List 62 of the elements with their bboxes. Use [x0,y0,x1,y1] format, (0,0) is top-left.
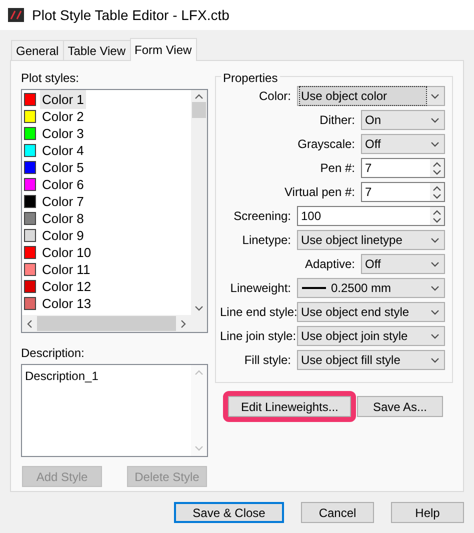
scroll-left-icon[interactable] [27,320,32,328]
field-label: Virtual pen #: [284,184,356,201]
tab[interactable]: General [11,40,64,60]
list-item[interactable]: Color 7 [40,192,86,212]
scroll-thumb[interactable] [192,102,206,118]
horizontal-scrollbar[interactable] [22,315,207,332]
dialog-button[interactable]: Save & Close [174,502,284,523]
list-item[interactable]: Color 12 [40,276,94,296]
dropdown[interactable]: 0.2500 mm [297,278,445,298]
field-label: Grayscale: [296,136,356,153]
list-item[interactable]: Color 13 [40,294,94,314]
field-label: Fill style: [243,352,292,369]
spin-down-icon[interactable] [433,218,441,222]
dropdown[interactable]: Use object fill style [297,350,445,370]
list-item[interactable]: Color 11 [40,260,92,280]
tab[interactable]: Form View [130,38,197,61]
list-item[interactable]: Color 4 [40,140,86,160]
list-item[interactable]: Color 1 [40,90,86,110]
description-label: Description: [21,345,86,362]
dropdown[interactable]: Off [361,134,445,154]
field-label: Pen #: [319,160,356,177]
plot-styles-label: Plot styles: [21,70,80,87]
app-icon [8,8,24,22]
field-label: Linetype: [241,232,292,249]
spin-down-icon[interactable] [433,194,441,198]
spin-down-icon[interactable] [433,170,441,174]
spin-up-icon[interactable] [433,210,441,214]
list-item[interactable]: Color 9 [40,226,86,246]
field-label: Adaptive: [304,256,356,273]
dropdown[interactable]: On [361,110,445,130]
field-label: Color: [258,88,292,105]
dialog-button[interactable]: Help [391,502,464,523]
scroll-up-icon[interactable] [195,94,203,99]
line-sample-icon [302,287,326,289]
list-item[interactable]: Color 10 [40,242,94,262]
field-label: Dither: [318,112,356,129]
scroll-right-icon[interactable] [181,320,186,328]
spin-field[interactable]: 100 [297,206,445,226]
spin-up-icon[interactable] [433,186,441,190]
dropdown[interactable]: Off [361,254,445,274]
field-label: Line join style: [220,328,293,345]
panel-button[interactable]: Save As... [356,396,443,417]
description-text: Description_1 [24,368,100,385]
vertical-scrollbar[interactable] [191,90,207,315]
dialog-button[interactable]: Cancel [301,502,374,523]
list-item[interactable]: Color 3 [40,124,86,144]
window-title: Plot Style Table Editor - LFX.ctb [32,6,230,25]
field-label: Screening: [232,208,292,225]
list-item[interactable]: Color 8 [40,208,86,228]
dropdown[interactable]: Use object end style [297,302,445,322]
list-item[interactable]: Color 2 [40,106,86,126]
field-label: Lineweight: [229,280,292,297]
list-item[interactable]: Color 5 [40,158,86,178]
dropdown[interactable]: Use object color [297,86,445,106]
spin-up-icon[interactable] [433,162,441,166]
scroll-thumb[interactable] [37,316,176,331]
spin-field[interactable]: 7 [361,182,445,202]
scroll-down-icon[interactable] [195,306,203,311]
dropdown[interactable]: Use object join style [297,326,445,346]
dropdown[interactable]: Use object linetype [297,230,445,250]
spin-field[interactable]: 7 [361,158,445,178]
list-item[interactable]: Color 6 [40,174,86,194]
